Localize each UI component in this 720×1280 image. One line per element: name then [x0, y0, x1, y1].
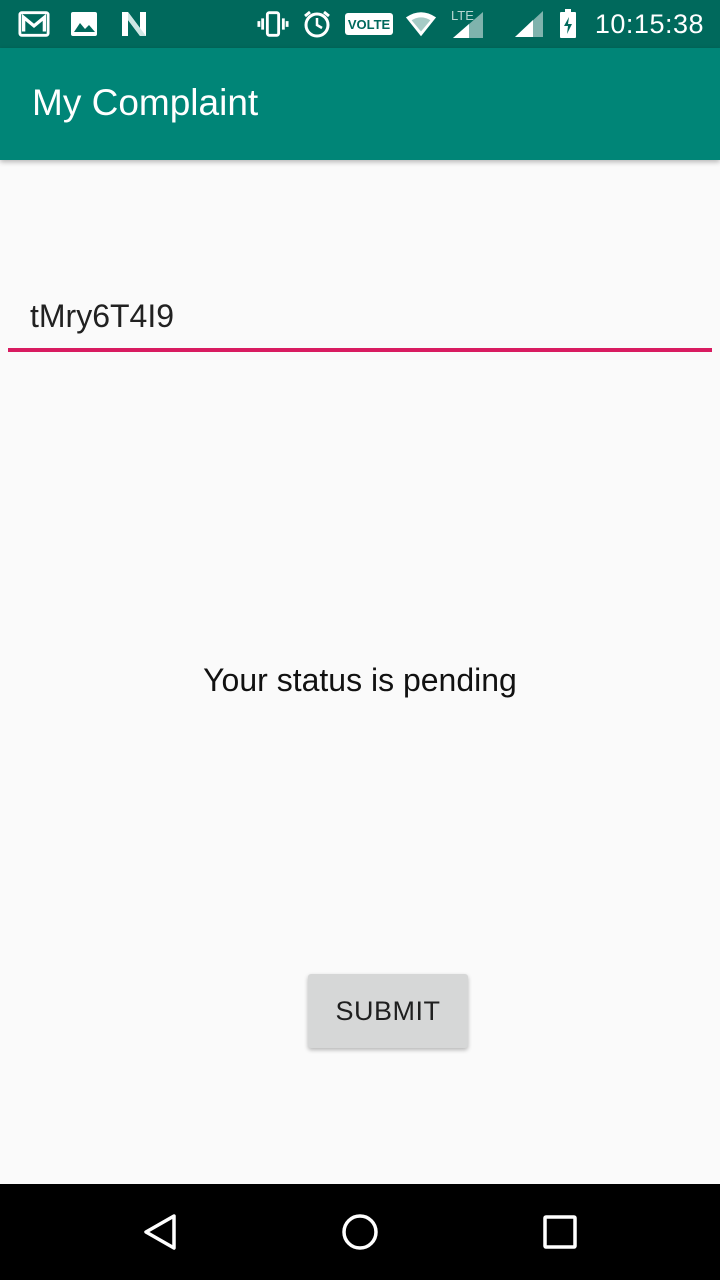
gmail-icon — [18, 8, 50, 40]
complaint-id-input[interactable] — [8, 284, 712, 352]
volte-icon: VOLTE — [344, 8, 393, 40]
back-icon[interactable] — [136, 1208, 184, 1256]
signal-icon — [513, 8, 545, 40]
notification-icons — [18, 8, 150, 40]
vibrate-icon — [257, 8, 289, 40]
n-notification-icon — [118, 8, 150, 40]
wifi-icon — [405, 8, 437, 40]
system-status-icons: VOLTE LTE 10:15:38 — [257, 8, 704, 40]
status-bar-time: 10:15:38 — [594, 8, 704, 39]
alarm-icon — [301, 8, 333, 40]
svg-text:LTE: LTE — [451, 8, 474, 23]
recents-icon[interactable] — [536, 1208, 584, 1256]
svg-text:VOLTE: VOLTE — [348, 17, 391, 32]
home-icon[interactable] — [336, 1208, 384, 1256]
battery-charging-icon — [557, 8, 579, 40]
app-bar: My Complaint — [0, 48, 720, 160]
signal-lte-icon: LTE — [449, 8, 501, 40]
navigation-bar — [0, 1184, 720, 1280]
status-bar: VOLTE LTE 10:15:38 — [0, 0, 720, 48]
page-title: My Complaint — [32, 82, 259, 123]
submit-button[interactable]: SUBMIT — [308, 974, 468, 1048]
status-message: Your status is pending — [203, 662, 517, 698]
complaint-id-field[interactable] — [8, 284, 712, 356]
gallery-icon — [68, 8, 100, 40]
